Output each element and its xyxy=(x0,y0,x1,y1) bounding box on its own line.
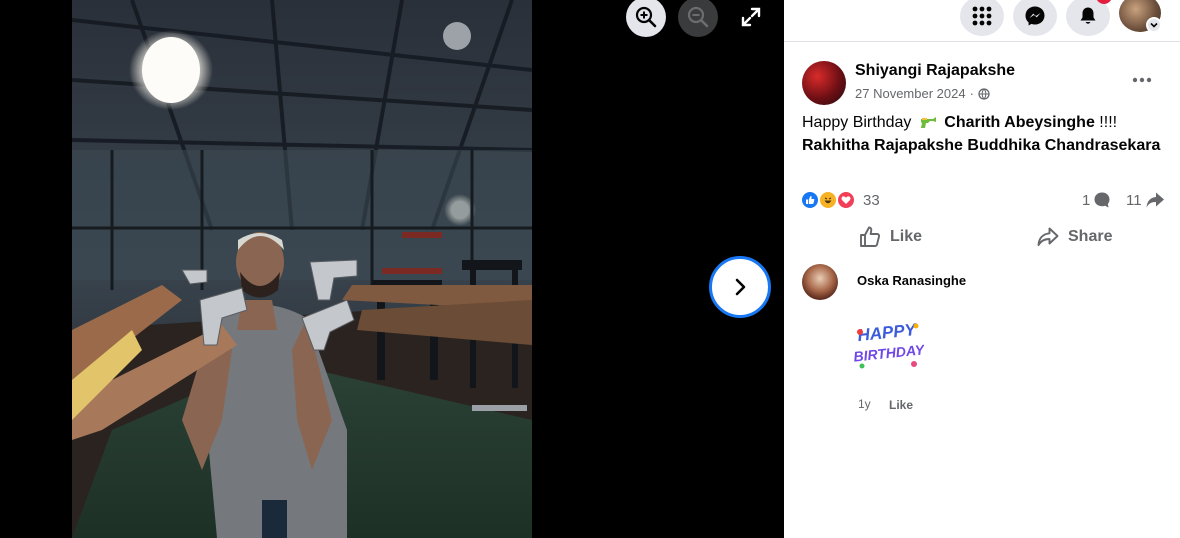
post-side-panel: Shiyangi Rajapakshe 27 November 2024 · H… xyxy=(784,0,1180,538)
zoom-out-button[interactable] xyxy=(678,0,718,37)
zoom-in-icon xyxy=(635,6,657,28)
photo-illustration xyxy=(72,0,532,538)
share-icon xyxy=(1037,227,1059,246)
bell-icon xyxy=(1080,7,1096,24)
photo-viewer xyxy=(0,0,784,538)
expand-icon xyxy=(741,7,761,27)
globe-icon xyxy=(978,87,990,100)
zoom-in-button[interactable] xyxy=(626,0,666,37)
top-navigation-bar xyxy=(784,0,1180,42)
post-photo[interactable] xyxy=(72,0,532,538)
commenter-avatar[interactable] xyxy=(802,264,838,300)
fullscreen-button[interactable] xyxy=(731,0,771,37)
post-meta: 27 November 2024 · xyxy=(855,86,990,101)
author-avatar[interactable] xyxy=(802,61,846,105)
reaction-count[interactable]: 33 xyxy=(863,192,880,209)
tagged-person-charith[interactable]: Charith Abeysinghe xyxy=(944,114,1095,131)
notifications-button[interactable] xyxy=(1066,0,1110,36)
post-text-suffix: !!!! xyxy=(1099,114,1118,131)
love-reaction-icon xyxy=(836,190,856,210)
meta-separator: · xyxy=(969,86,974,101)
post-line-1: Happy Birthday Charith Abeysinghe !!!! xyxy=(802,111,1172,134)
messenger-icon xyxy=(1025,6,1045,26)
comment-like-button[interactable]: Like xyxy=(889,398,913,412)
share-count[interactable]: 11 xyxy=(1126,191,1165,209)
zoom-out-icon xyxy=(687,6,709,28)
post-header: Shiyangi Rajapakshe 27 November 2024 · xyxy=(802,60,1172,106)
share-count-value: 11 xyxy=(1126,191,1142,209)
account-menu-caret[interactable] xyxy=(1146,17,1162,33)
post-body: Happy Birthday Charith Abeysinghe !!!! R… xyxy=(802,111,1172,157)
chevron-right-icon xyxy=(735,278,746,296)
comment-time[interactable]: 1y xyxy=(858,397,871,411)
more-options-icon xyxy=(1132,77,1152,83)
like-button[interactable]: Like xyxy=(858,220,922,254)
messenger-button[interactable] xyxy=(1013,0,1057,36)
post-text-prefix: Happy Birthday xyxy=(802,114,912,131)
share-arrow-icon xyxy=(1146,192,1164,208)
post-actions: Like Share xyxy=(784,220,1180,254)
author-name[interactable]: Shiyangi Rajapakshe xyxy=(855,62,1015,80)
thumbs-up-icon xyxy=(860,226,881,247)
share-button[interactable]: Share xyxy=(1036,220,1112,254)
sticker-text-happy: HAPPY xyxy=(857,320,919,345)
menu-button[interactable] xyxy=(960,0,1004,36)
comment-icon xyxy=(1094,192,1110,208)
post-line-2: Rakhitha Rajapakshe Buddhika Chandraseka… xyxy=(802,134,1172,157)
commenter-name[interactable]: Oska Ranasinghe xyxy=(857,273,966,288)
post-options-button[interactable] xyxy=(1124,68,1160,92)
like-reaction-icon xyxy=(800,190,820,210)
grid-menu-icon xyxy=(972,6,992,26)
water-pistol-icon xyxy=(920,117,936,128)
next-photo-button[interactable] xyxy=(709,256,771,318)
post-stats: 33 1 11 xyxy=(798,188,1170,212)
reaction-icons[interactable] xyxy=(800,190,860,210)
post-date[interactable]: 27 November 2024 xyxy=(855,86,966,101)
haha-reaction-icon xyxy=(818,190,838,210)
comment-count-value: 1 xyxy=(1082,191,1091,209)
like-button-label: Like xyxy=(890,228,923,245)
chevron-down-icon xyxy=(1150,22,1158,28)
comment-count[interactable]: 1 xyxy=(1082,191,1111,209)
tagged-people[interactable]: Rakhitha Rajapakshe Buddhika Chandraseka… xyxy=(802,137,1160,154)
share-button-label: Share xyxy=(1068,228,1113,245)
happy-birthday-sticker: HAPPY BIRTHDAY xyxy=(852,318,924,369)
